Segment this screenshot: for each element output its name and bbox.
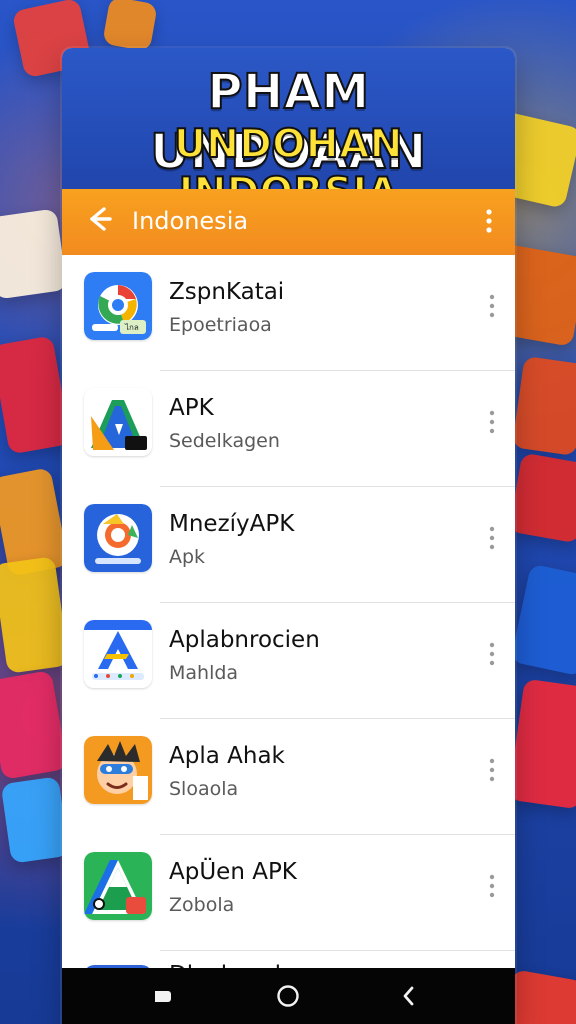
- more-vert-icon[interactable]: [481, 637, 503, 671]
- app-title: ZspnKatai: [169, 279, 285, 305]
- recent-apps-icon[interactable]: [148, 982, 176, 1010]
- more-vert-icon[interactable]: [481, 289, 503, 323]
- a-triangle-app-icon: [84, 852, 152, 920]
- app-icon-badge-text: ไกล: [124, 323, 139, 332]
- more-vert-icon[interactable]: [475, 205, 503, 237]
- app-title: APK: [169, 395, 214, 421]
- more-vert-icon[interactable]: [481, 405, 503, 439]
- home-icon[interactable]: [274, 982, 302, 1010]
- background-app-tile: [0, 208, 68, 300]
- background-app-tile: [510, 563, 576, 677]
- a-letter-app-icon: [84, 388, 152, 456]
- app-subtitle: Sedelkagen: [169, 430, 280, 452]
- phone-screen: PHAM UNDOAAN UNDOHAN INDORSIA Indonesia: [62, 48, 515, 1024]
- more-vert-icon[interactable]: [481, 753, 503, 787]
- list-item[interactable]: ApÜen APK Zobola: [62, 835, 515, 951]
- app-subtitle: Apk: [169, 546, 206, 568]
- list-item[interactable]: MnezíyAPK Apk: [62, 487, 515, 603]
- background-app-tile: [0, 670, 69, 780]
- app-subtitle: Epoetriaoa: [169, 314, 272, 336]
- background-app-tile: [0, 556, 70, 674]
- list-item[interactable]: APK Sedelkagen: [62, 371, 515, 487]
- system-navigation-bar: [62, 968, 515, 1024]
- app-bar-title: Indonesia: [132, 207, 249, 235]
- list-item[interactable]: Aplabnrocien Mahlda: [62, 603, 515, 719]
- list-item[interactable]: Dlvalurark: [62, 951, 515, 969]
- more-vert-icon[interactable]: [481, 869, 503, 903]
- store-a-app-icon: [84, 620, 152, 688]
- app-subtitle: Sloaola: [169, 778, 239, 800]
- background-app-tile: [508, 452, 576, 544]
- camera-app-icon: [84, 504, 152, 572]
- arrow-left-icon[interactable]: [80, 201, 116, 237]
- background-app-tile: [511, 355, 576, 457]
- app-title: ApÜen APK: [169, 859, 297, 885]
- list-item[interactable]: Apla Ahak Sloaola: [62, 719, 515, 835]
- back-icon[interactable]: [395, 982, 423, 1010]
- character-app-icon: [84, 736, 152, 804]
- background-app-tile: [0, 776, 70, 864]
- chrome-like-app-icon: ไกล: [84, 272, 152, 340]
- background-app-tile: [102, 0, 158, 52]
- app-title: Aplabnrocien: [169, 627, 320, 653]
- more-vert-icon[interactable]: [481, 521, 503, 555]
- hero-banner: PHAM UNDOAAN UNDOHAN INDORSIA: [62, 48, 515, 216]
- app-subtitle: Mahlda: [169, 662, 239, 684]
- app-list: ไกล ZspnKatai Epoetriaoa APK Sedelkagen …: [62, 255, 515, 969]
- background-app-tile: [0, 335, 72, 455]
- app-title: MnezíyAPK: [169, 511, 295, 537]
- list-item[interactable]: ไกล ZspnKatai Epoetriaoa: [62, 255, 515, 371]
- background-app-tile: [507, 678, 576, 810]
- app-title: Apla Ahak: [169, 743, 285, 769]
- app-bar: Indonesia: [62, 189, 515, 255]
- app-subtitle: Zobola: [169, 894, 235, 916]
